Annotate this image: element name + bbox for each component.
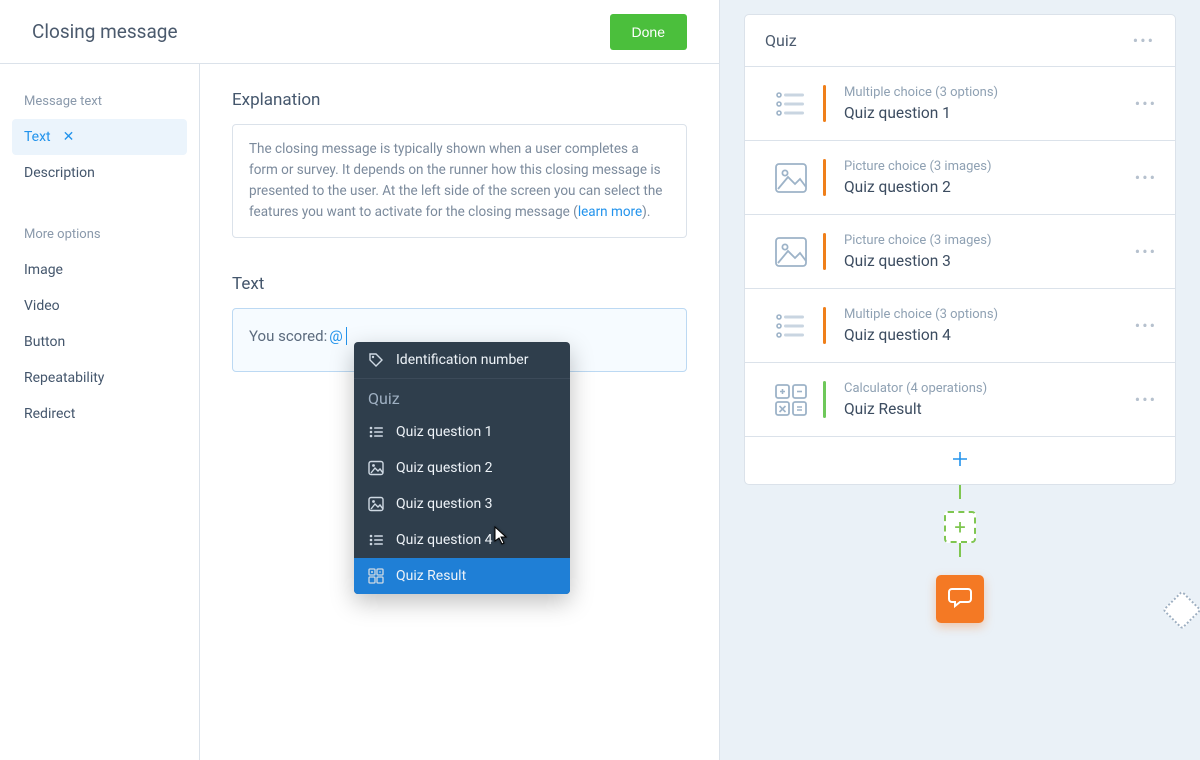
explanation-box: The closing message is typically shown w… <box>232 124 687 238</box>
list-icon <box>759 87 823 121</box>
flow-connector <box>959 485 961 499</box>
mention-token: @ <box>329 327 342 345</box>
dropdown-item-label: Identification number <box>396 352 556 368</box>
sidebar-item-button[interactable]: Button <box>12 324 187 360</box>
done-button[interactable]: Done <box>610 14 687 50</box>
sidebar-group-message-text: Message text <box>12 88 187 119</box>
quiz-item-subtitle: Multiple choice (3 options) <box>844 307 1131 322</box>
dropdown-item[interactable]: Quiz question 1 <box>354 414 570 450</box>
text-input-value: You scored: <box>249 327 327 345</box>
quiz-question-row[interactable]: Multiple choice (3 options) Quiz question… <box>745 67 1175 141</box>
explanation-heading: Explanation <box>232 90 687 110</box>
image-icon <box>759 235 823 269</box>
calc-icon <box>759 383 823 417</box>
mention-dropdown: Identification number Quiz Quiz question… <box>354 342 570 594</box>
sidebar-item-text[interactable]: Text ✕ <box>12 119 187 155</box>
dropdown-item-identification-number[interactable]: Identification number <box>354 342 570 378</box>
sidebar-item-repeatability[interactable]: Repeatability <box>12 360 187 396</box>
sidebar-item-label: Text <box>24 129 51 145</box>
list-icon <box>368 424 384 440</box>
sidebar-item-label: Description <box>24 165 95 181</box>
quiz-question-row[interactable]: Multiple choice (3 options) Quiz question… <box>745 289 1175 363</box>
color-bar <box>823 159 826 196</box>
close-icon[interactable]: ✕ <box>63 129 75 145</box>
quiz-item-menu-button[interactable]: ••• <box>1131 94 1161 113</box>
quiz-item-title: Quiz question 3 <box>844 252 1131 270</box>
quiz-item-menu-button[interactable]: ••• <box>1131 390 1161 409</box>
color-bar <box>823 233 826 270</box>
text-heading: Text <box>232 274 687 294</box>
sidebar-item-video[interactable]: Video <box>12 288 187 324</box>
dropdown-item[interactable]: Quiz question 2 <box>354 450 570 486</box>
quiz-add-button[interactable] <box>745 436 1175 484</box>
explanation-tail: ). <box>642 204 650 220</box>
editor-header: Closing message Done <box>0 0 719 64</box>
quiz-item-menu-button[interactable]: ••• <box>1131 168 1161 187</box>
learn-more-link[interactable]: learn more <box>578 204 642 220</box>
sidebar-item-label: Button <box>24 334 65 350</box>
sidebar-item-label: Video <box>24 298 60 314</box>
dropdown-item[interactable]: Quiz question 3 <box>354 486 570 522</box>
flow-placeholder-node[interactable]: + <box>944 511 976 543</box>
quiz-node[interactable]: Quiz ••• Multiple choice (3 options) Quiz… <box>744 14 1176 485</box>
quiz-item-title: Quiz question 1 <box>844 104 1131 122</box>
dropdown-item[interactable]: Quiz question 4 <box>354 522 570 558</box>
editor-main: Explanation The closing message is typic… <box>200 64 719 760</box>
quiz-node-title: Quiz <box>765 31 797 50</box>
tag-icon <box>368 352 384 368</box>
quiz-item-menu-button[interactable]: ••• <box>1131 316 1161 335</box>
quiz-item-title: Quiz Result <box>844 400 1131 418</box>
text-caret <box>346 327 347 345</box>
flow-connector <box>959 543 961 557</box>
sidebar-group-more-options: More options <box>12 221 187 252</box>
quiz-item-subtitle: Calculator (4 operations) <box>844 381 1131 396</box>
quiz-item-title: Quiz question 2 <box>844 178 1131 196</box>
dropdown-item-label: Quiz Result <box>396 568 556 584</box>
image-icon <box>368 460 384 476</box>
list-icon <box>368 532 384 548</box>
quiz-item-title: Quiz question 4 <box>844 326 1131 344</box>
image-icon <box>368 496 384 512</box>
dropdown-item[interactable]: Quiz Result <box>354 558 570 594</box>
dropdown-item-label: Quiz question 1 <box>396 424 556 440</box>
quiz-item-menu-button[interactable]: ••• <box>1131 242 1161 261</box>
dropdown-item-label: Quiz question 2 <box>396 460 556 476</box>
color-bar <box>823 381 826 418</box>
list-icon <box>759 309 823 343</box>
quiz-item-subtitle: Picture choice (3 images) <box>844 159 1131 174</box>
color-bar <box>823 85 826 122</box>
quiz-question-row[interactable]: Picture choice (3 images) Quiz question 3… <box>745 215 1175 289</box>
sidebar-item-redirect[interactable]: Redirect <box>12 396 187 432</box>
quiz-item-subtitle: Multiple choice (3 options) <box>844 85 1131 100</box>
branch-placeholder-icon[interactable] <box>1162 590 1200 630</box>
plus-icon <box>951 450 969 472</box>
feature-sidebar: Message text Text ✕ Description More opt… <box>0 64 200 760</box>
quiz-question-row[interactable]: Calculator (4 operations) Quiz Result••• <box>745 363 1175 436</box>
dropdown-item-label: Quiz question 4 <box>396 532 556 548</box>
speech-bubble-icon <box>948 585 972 613</box>
sidebar-item-image[interactable]: Image <box>12 252 187 288</box>
dropdown-item-label: Quiz question 3 <box>396 496 556 512</box>
color-bar <box>823 307 826 344</box>
closing-message-node[interactable] <box>936 575 984 623</box>
page-title: Closing message <box>32 20 178 43</box>
image-icon <box>759 161 823 195</box>
sidebar-item-description[interactable]: Description <box>12 155 187 191</box>
quiz-question-row[interactable]: Picture choice (3 images) Quiz question 2… <box>745 141 1175 215</box>
sidebar-item-label: Redirect <box>24 406 75 422</box>
quiz-node-menu-button[interactable]: ••• <box>1133 31 1155 50</box>
dropdown-group-quiz: Quiz <box>354 378 570 414</box>
calc-icon <box>368 568 384 584</box>
quiz-item-subtitle: Picture choice (3 images) <box>844 233 1131 248</box>
sidebar-item-label: Image <box>24 262 63 278</box>
sidebar-item-label: Repeatability <box>24 370 104 386</box>
